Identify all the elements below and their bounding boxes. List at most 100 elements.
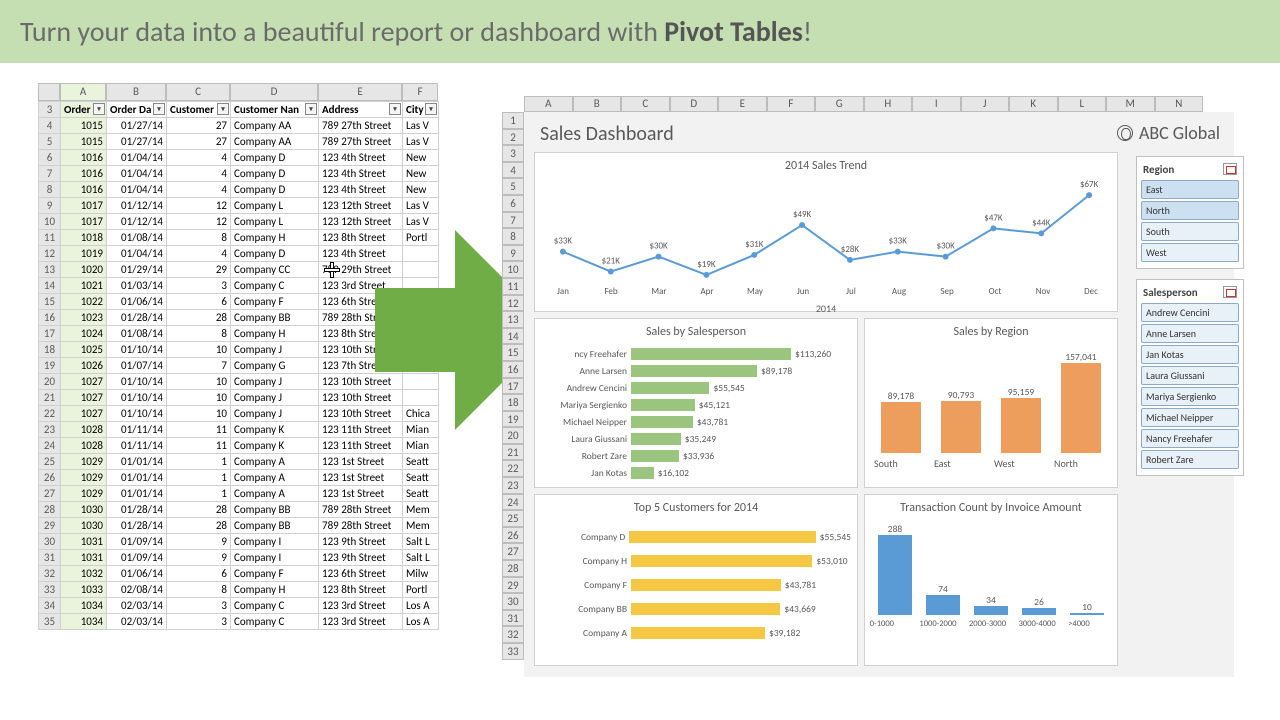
cell[interactable]: 1017 [61,198,107,214]
cell[interactable]: 28 [167,518,231,534]
row-header[interactable]: 22 [502,460,524,477]
column-header[interactable]: D [670,96,719,112]
row-header[interactable]: 31 [502,610,524,627]
cell[interactable]: 01/10/14 [107,342,167,358]
cell[interactable]: 123 12th Street [319,198,403,214]
cell[interactable]: 01/06/14 [107,566,167,582]
cell[interactable]: 28 [167,310,231,326]
cell[interactable]: 123 3rd Street [319,598,403,614]
filter-dropdown-icon[interactable]: ▾ [425,103,437,115]
cell[interactable]: 02/08/14 [107,582,167,598]
cell[interactable]: 01/28/14 [107,518,167,534]
cell[interactable]: 4 [167,150,231,166]
chart-sales-salesperson[interactable]: Sales by Salesperson ncy Freehafer $113,… [534,318,858,488]
cell[interactable]: 10 [167,390,231,406]
cell[interactable]: 01/29/14 [107,262,167,278]
row-header[interactable]: 1 [502,112,524,129]
table-header[interactable]: City▾ [403,102,439,118]
cell[interactable]: Company C [231,278,319,294]
row-header[interactable]: 3 [502,145,524,162]
row-header[interactable]: 25 [502,510,524,527]
cell[interactable]: 1028 [61,438,107,454]
slicer-item[interactable]: Laura Giussani [1141,366,1239,385]
row-header[interactable]: 19 [502,411,524,428]
filter-dropdown-icon[interactable]: ▾ [305,103,317,115]
row-header[interactable]: 2 [502,129,524,146]
row-header[interactable]: 5 [502,178,524,195]
cell[interactable]: 1034 [61,614,107,630]
column-header[interactable]: F [767,96,816,112]
cell[interactable]: Company A [231,486,319,502]
cell[interactable]: 789 28th Street [319,518,403,534]
cell[interactable]: 01/04/14 [107,246,167,262]
cell[interactable]: 1016 [61,182,107,198]
cell[interactable]: 1022 [61,294,107,310]
row-header[interactable]: 33 [39,582,61,598]
cell[interactable]: Company A [231,454,319,470]
row-header[interactable]: 35 [39,614,61,630]
cell[interactable]: 1029 [61,470,107,486]
slicer-item[interactable]: Jan Kotas [1141,345,1239,364]
row-header[interactable]: 28 [502,560,524,577]
cell[interactable]: 01/04/14 [107,150,167,166]
cell[interactable]: 3 [167,278,231,294]
cell[interactable]: 1025 [61,342,107,358]
cell[interactable]: Company BB [231,310,319,326]
cell[interactable]: 01/28/14 [107,502,167,518]
row-header[interactable]: 14 [502,328,524,345]
cell[interactable]: 01/01/14 [107,486,167,502]
cell[interactable]: 1 [167,454,231,470]
slicer-item[interactable]: Robert Zare [1141,450,1239,469]
cell[interactable]: Company D [231,166,319,182]
row-header[interactable]: 33 [502,643,524,660]
cell[interactable]: 9 [167,534,231,550]
clear-filter-icon[interactable] [1223,286,1237,298]
cell[interactable]: 11 [167,438,231,454]
cell[interactable]: Company BB [231,518,319,534]
cell[interactable]: 789 27th Street [319,118,403,134]
cell[interactable]: 1032 [61,566,107,582]
chart-sales-trend[interactable]: 2014 Sales Trend $33K$21K$30K$19K$31K$49… [534,152,1118,312]
cell[interactable]: Company J [231,374,319,390]
row-header[interactable]: 20 [502,427,524,444]
filter-dropdown-icon[interactable]: ▾ [93,103,105,115]
column-header[interactable]: M [1106,96,1155,112]
table-header[interactable]: Address▾ [319,102,403,118]
cell[interactable]: 01/09/14 [107,550,167,566]
cell[interactable]: Milw [403,566,439,582]
cell[interactable]: 123 8th Street [319,582,403,598]
cell[interactable]: 123 6th Street [319,566,403,582]
row-header[interactable]: 27 [502,543,524,560]
row-header[interactable]: 8 [39,182,61,198]
row-header[interactable]: 15 [502,344,524,361]
table-header[interactable]: Order▾ [61,102,107,118]
slicer-item[interactable]: Michael Neipper [1141,408,1239,427]
row-header[interactable]: 22 [39,406,61,422]
row-header[interactable]: 32 [502,626,524,643]
cell[interactable]: Company C [231,614,319,630]
row-header[interactable]: 9 [502,245,524,262]
column-header[interactable]: A [524,96,573,112]
cell[interactable]: Mem [403,502,439,518]
slicer-item[interactable]: North [1141,201,1239,220]
cell[interactable]: Company I [231,550,319,566]
row-header[interactable]: 31 [39,550,61,566]
cell[interactable]: 1016 [61,150,107,166]
cell[interactable]: 01/12/14 [107,214,167,230]
row-header[interactable]: 10 [502,261,524,278]
column-header[interactable]: B [106,83,166,101]
cell[interactable]: 1015 [61,134,107,150]
cell[interactable]: 1021 [61,278,107,294]
slicer-item[interactable]: West [1141,243,1239,262]
column-header[interactable]: J [961,96,1010,112]
cell[interactable]: 1031 [61,534,107,550]
cell[interactable]: Company AA [231,118,319,134]
row-header[interactable]: 8 [502,228,524,245]
cell[interactable]: 01/08/14 [107,326,167,342]
cell[interactable]: New [403,166,439,182]
row-header[interactable]: 16 [39,310,61,326]
column-header[interactable]: C [621,96,670,112]
cell[interactable]: 11 [167,422,231,438]
column-header[interactable]: A [60,83,106,101]
cell[interactable]: 01/27/14 [107,118,167,134]
